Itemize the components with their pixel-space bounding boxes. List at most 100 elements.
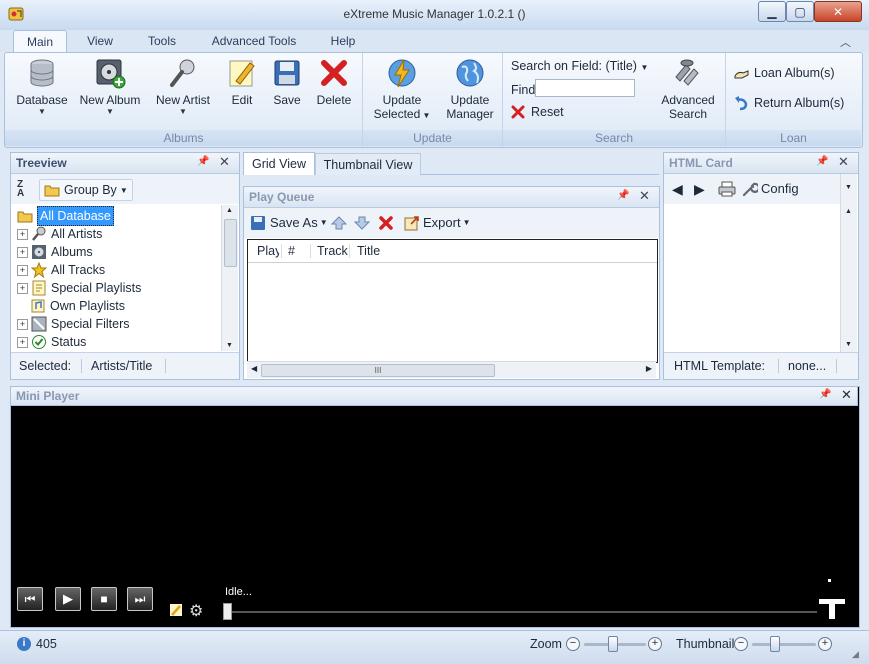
expand-icon[interactable]: + [17,228,28,240]
tab-view[interactable]: View [78,30,122,52]
floppy-disk-icon [251,216,265,230]
forward-arrow-icon[interactable]: ▶ [694,181,705,198]
advanced-search-button[interactable]: Advanced Search [657,57,719,121]
zoom-in-button[interactable]: + [648,637,662,651]
reset-button[interactable]: Reset [511,105,564,119]
thumbnail-slider-thumb[interactable] [770,636,780,652]
pin-icon[interactable]: 📌 [197,156,209,167]
ribbon-group-loan: Loan Album(s) Return Album(s) Loan [726,53,861,147]
tab-help[interactable]: Help [322,30,364,52]
ribbon-tabs: Main View Tools Advanced Tools Help ︿ [0,30,869,53]
expand-icon[interactable]: + [17,282,28,294]
treeview-status: Selected: Artists/Title [11,352,239,379]
group-by-button[interactable]: Group By ▼ [39,179,133,201]
search-field-selector[interactable]: Search on Field: (Title) ▼ [511,59,648,73]
group-label-update: Update [363,130,502,146]
delete-button[interactable]: Delete [313,57,355,107]
expand-icon[interactable]: + [17,336,28,348]
previous-button[interactable]: ⏮ [17,587,43,611]
save-as-button[interactable]: Save As ▼ [250,213,328,233]
loan-albums-button[interactable]: Loan Album(s) [734,65,835,81]
tree-item-albums[interactable]: + Albums [17,243,93,261]
seek-bar[interactable] [227,611,817,613]
tree-item-special-playlists[interactable]: + Special Playlists [17,279,141,297]
expand-icon[interactable]: + [17,246,28,258]
move-down-icon[interactable] [353,215,371,234]
thumbnail-slider[interactable] [752,643,816,646]
info-icon: i [17,637,31,651]
treeview-close-icon[interactable]: ✕ [219,154,230,170]
export-button[interactable]: Export ▼ [404,213,471,233]
tree-item-special-filters[interactable]: + Special Filters [17,315,130,333]
column-header-track[interactable]: Track [317,240,348,262]
play-icon: ▶ [63,591,73,606]
update-manager-button[interactable]: Update Manager [441,57,499,121]
scroll-thumb[interactable] [224,219,237,267]
column-header-number[interactable]: # [288,240,295,262]
resize-grip-icon[interactable]: ◢ [852,649,859,660]
close-button[interactable]: ✕ [814,1,862,22]
treeview-header: Treeview 📌 ✕ [11,153,239,174]
sort-az-icon[interactable]: ZA [17,180,24,199]
html-card-close-icon[interactable]: ✕ [838,154,849,170]
zoom-slider-thumb[interactable] [608,636,618,652]
tree-item-all-artists[interactable]: + All Artists [17,225,102,243]
seek-thumb[interactable] [223,603,232,620]
new-album-button[interactable]: New Album ▼ [77,57,143,117]
thumbnail-smaller-button[interactable]: − [734,637,748,651]
update-selected-button[interactable]: Update Selected ▼ [371,57,433,123]
tree-item-all-database[interactable]: All Database [17,206,114,226]
settings-gear-icon[interactable]: ⚙ [189,601,203,621]
tree-scrollbar[interactable]: ▲ ▼ [221,205,238,351]
config-button[interactable]: Config [742,179,799,199]
tab-thumbnail-view[interactable]: Thumbnail View [315,153,421,175]
database-button[interactable]: Database ▼ [11,57,73,117]
print-icon[interactable] [718,181,736,200]
tab-tools[interactable]: Tools [138,30,186,52]
play-queue-hscrollbar[interactable]: ◀ III ▶ [247,361,656,378]
tab-grid-view[interactable]: Grid View [243,152,315,175]
tree-item-status[interactable]: + Status [17,333,86,351]
pin-icon[interactable]: 📌 [819,389,831,400]
html-card-toolbar: ◀ ▶ Config [664,174,840,204]
hand-give-icon [734,70,749,79]
expand-icon[interactable]: + [17,318,28,330]
html-card-scrollbar[interactable]: ▼ ▲ ▼ [840,174,857,352]
stop-button[interactable]: ■ [91,587,117,611]
move-up-icon[interactable] [330,215,348,234]
minimize-button[interactable]: ▁ [758,1,786,22]
hscroll-thumb[interactable]: III [261,364,495,377]
pin-icon[interactable]: 📌 [816,156,828,167]
mini-player-close-icon[interactable]: ✕ [841,387,852,403]
database-icon [26,57,58,89]
play-queue-close-icon[interactable]: ✕ [639,188,650,204]
tree-item-own-playlists[interactable]: Own Playlists [17,297,125,315]
pin-icon[interactable]: 📌 [617,190,629,201]
microphone-icon [32,226,46,241]
next-button[interactable]: ⏭ [127,587,153,611]
back-arrow-icon[interactable]: ◀ [672,181,683,198]
ribbon-collapse-icon[interactable]: ︿ [840,34,851,50]
thumbnail-larger-button[interactable]: + [818,637,832,651]
player-status: Idle... [225,586,252,598]
tab-advanced-tools[interactable]: Advanced Tools [204,30,304,52]
new-artist-button[interactable]: New Artist ▼ [151,57,215,117]
edit-button[interactable]: Edit [225,57,259,107]
zoom-out-button[interactable]: − [566,637,580,651]
column-header-play[interactable]: Play [257,240,279,262]
thumbnail-label: Thumbnail [676,637,735,651]
find-input[interactable] [535,79,635,97]
save-button[interactable]: Save [269,57,305,107]
mini-player: ⏮ ▶ ■ ⏭ ⚙ Idle... [10,386,860,628]
play-button[interactable]: ▶ [55,587,81,611]
tree-item-all-tracks[interactable]: + All Tracks [17,261,105,279]
return-albums-button[interactable]: Return Album(s) [734,95,844,111]
remove-x-icon[interactable] [378,215,394,234]
maximize-button[interactable]: ▢ [786,1,814,22]
tab-main[interactable]: Main [13,30,67,53]
edit-note-icon[interactable] [169,603,183,620]
check-circle-icon [32,335,46,349]
expand-icon[interactable]: + [17,264,28,276]
column-header-title[interactable]: Title [357,240,380,262]
volume-slider[interactable] [819,579,849,619]
